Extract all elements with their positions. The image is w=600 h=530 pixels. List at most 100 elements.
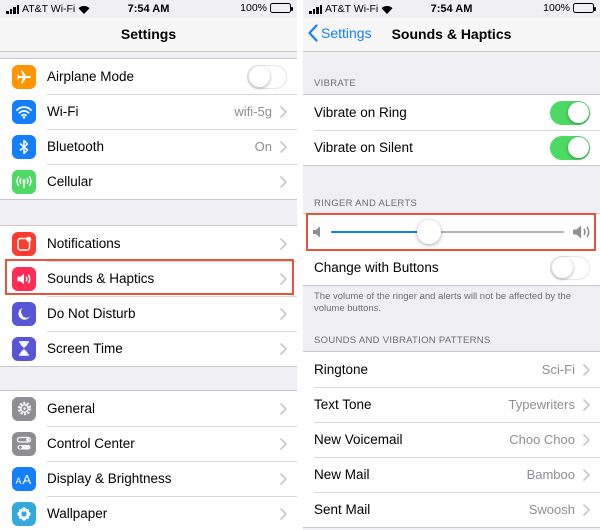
slider-thumb[interactable]: [416, 220, 441, 244]
chevron-right-icon: [280, 237, 287, 250]
nav-bar: Settings: [0, 18, 297, 52]
settings-item-sounds-and-haptics[interactable]: Sounds & Haptics: [0, 261, 297, 296]
vibrate-header: VIBRATE: [314, 78, 357, 89]
chevron-right-icon: [583, 468, 590, 481]
chevron-right-icon: [583, 363, 590, 376]
settings-group-3: General Control Center A A Display & Brightn…: [0, 390, 297, 530]
chevron-right-icon: [280, 272, 287, 285]
pattern-item-value: Choo Choo: [509, 432, 575, 447]
chevron-right-icon: [280, 175, 287, 188]
patterns-group: Ringtone Sci-Fi Text Tone Typewriters New Vo…: [303, 351, 600, 528]
settings-group-1: Airplane Mode Wi-Fi wifi-5g Bluetooth On Cell…: [0, 58, 297, 200]
settings-item-label: General: [47, 401, 96, 416]
pattern-item-value: Swoosh: [528, 502, 575, 517]
ringer-header: RINGER AND ALERTS: [314, 198, 418, 209]
settings-screen: AT&T Wi-Fi 7:54 AM 100% Settings Airplan…: [0, 0, 297, 530]
battery-percent: 100%: [543, 2, 570, 14]
vibrate-on-silent-toggle[interactable]: [550, 135, 590, 160]
vibrate-on-ring-label: Vibrate on Ring: [314, 105, 407, 120]
airplane-icon: [12, 64, 36, 89]
page-title: Settings: [120, 26, 177, 42]
pattern-item-new-mail[interactable]: New Mail Bamboo: [303, 457, 600, 492]
bluetooth-icon: [12, 134, 36, 159]
settings-item-general[interactable]: General: [0, 391, 297, 426]
settings-item-wi-fi[interactable]: Wi-Fi wifi-5g: [0, 94, 297, 129]
settings-item-label: Sounds & Haptics: [47, 271, 155, 286]
settings-item-value: wifi-5g: [234, 104, 272, 119]
vibrate-group: Vibrate on Ring Vibrate on Silent: [303, 94, 600, 166]
chevron-right-icon: [583, 503, 590, 516]
volume-low-icon: [313, 226, 320, 238]
chevron-right-icon: [280, 307, 287, 320]
ringer-footnote: The volume of the ringer and alerts will…: [314, 291, 572, 314]
pattern-item-value: Sci-Fi: [541, 362, 575, 377]
display-icon: AA: [12, 466, 36, 491]
wifi-icon: [12, 99, 36, 124]
pattern-item-label: Text Tone: [314, 397, 372, 412]
slider-fill: [331, 231, 429, 233]
settings-item-label: Control Center: [47, 436, 135, 451]
settings-item-label: Wi-Fi: [47, 104, 79, 119]
settings-item-label: Bluetooth: [47, 139, 105, 154]
settings-item-label: Display & Brightness: [47, 471, 172, 486]
chevron-right-icon: [583, 433, 590, 446]
cellular-icon: [12, 169, 36, 194]
pattern-item-value: Typewriters: [508, 397, 575, 412]
slider-track: [331, 220, 564, 244]
moon-icon: [12, 301, 36, 326]
battery-icon: [270, 3, 293, 13]
chevron-right-icon: [280, 402, 287, 415]
control-center-icon: [12, 431, 36, 456]
chevron-right-icon: [280, 342, 287, 355]
settings-item-bluetooth[interactable]: Bluetooth On: [0, 129, 297, 164]
settings-item-cellular[interactable]: Cellular: [0, 164, 297, 199]
volume-high-icon: [573, 225, 590, 239]
pattern-item-new-voicemail[interactable]: New Voicemail Choo Choo: [303, 422, 600, 457]
ringer-volume-slider[interactable]: [303, 214, 600, 250]
pattern-item-ringtone[interactable]: Ringtone Sci-Fi: [303, 352, 600, 387]
chevron-right-icon: [280, 140, 287, 153]
nav-bar: Settings Sounds & Haptics: [303, 18, 600, 52]
settings-item-label: Do Not Disturb: [47, 306, 136, 321]
settings-item-label: Screen Time: [47, 341, 123, 356]
vibrate-on-silent-row: Vibrate on Silent: [303, 130, 600, 165]
ringer-group: Change with Buttons: [303, 213, 600, 286]
settings-group-2: Notifications Sounds & Haptics Do Not Dist…: [0, 225, 297, 367]
vibrate-on-silent-label: Vibrate on Silent: [314, 140, 413, 155]
pattern-item-label: Sent Mail: [314, 502, 371, 517]
settings-item-wallpaper[interactable]: Wallpaper: [0, 496, 297, 530]
chevron-right-icon: [583, 398, 590, 411]
page-title: Sounds & Haptics: [391, 26, 512, 42]
status-bar: AT&T Wi-Fi 7:54 AM 100%: [303, 0, 600, 18]
settings-item-label: Cellular: [47, 174, 93, 189]
svg-text:A: A: [16, 476, 22, 486]
hourglass-icon: [12, 336, 36, 361]
settings-item-display-and-brightness[interactable]: A A Display & Brightness: [0, 461, 297, 496]
settings-item-control-center[interactable]: Control Center: [0, 426, 297, 461]
chevron-right-icon: [280, 437, 287, 450]
gear-icon: [12, 396, 36, 421]
chevron-right-icon: [280, 507, 287, 520]
pattern-item-label: New Voicemail: [314, 432, 403, 447]
vibrate-on-ring-toggle[interactable]: [550, 100, 590, 125]
pattern-item-sent-mail[interactable]: Sent Mail Swoosh: [303, 492, 600, 527]
pattern-item-text-tone[interactable]: Text Tone Typewriters: [303, 387, 600, 422]
change-with-buttons-toggle[interactable]: [550, 255, 590, 280]
change-with-buttons-row: Change with Buttons: [303, 250, 600, 285]
svg-text:A: A: [23, 472, 32, 486]
status-bar: AT&T Wi-Fi 7:54 AM 100%: [0, 0, 297, 18]
sounds-haptics-screen: AT&T Wi-Fi 7:54 AM 100% Settings Sounds …: [303, 0, 600, 530]
notifications-icon: [12, 231, 36, 256]
settings-item-airplane-mode[interactable]: Airplane Mode: [0, 59, 297, 94]
wallpaper-icon: [12, 501, 36, 526]
settings-item-notifications[interactable]: Notifications: [0, 226, 297, 261]
settings-item-value: On: [254, 139, 272, 154]
settings-item-label: Wallpaper: [47, 506, 108, 521]
settings-item-label: Airplane Mode: [47, 69, 135, 84]
pattern-item-value: Bamboo: [526, 467, 575, 482]
chevron-right-icon: [280, 472, 287, 485]
airplane-mode-toggle[interactable]: [247, 64, 287, 89]
change-with-buttons-label: Change with Buttons: [314, 260, 439, 275]
settings-item-screen-time[interactable]: Screen Time: [0, 331, 297, 366]
settings-item-do-not-disturb[interactable]: Do Not Disturb: [0, 296, 297, 331]
